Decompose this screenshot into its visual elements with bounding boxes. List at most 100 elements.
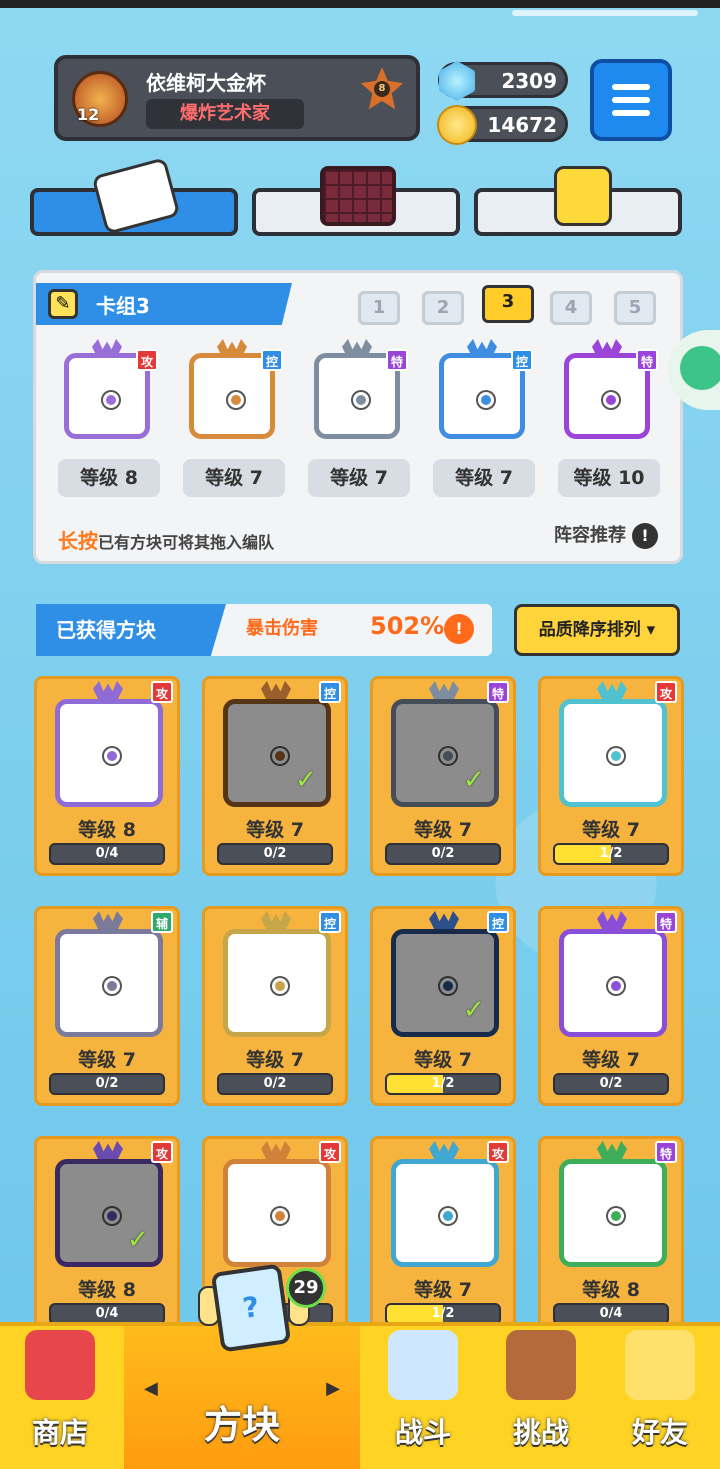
menu-button[interactable] (590, 59, 672, 141)
deck-card-level: 等级 10 (558, 459, 660, 497)
friends-icon (625, 1330, 695, 1400)
owned-block-card[interactable]: 控 ✓ 等级 7 1/2 (370, 906, 516, 1106)
hint-key: 长按 (58, 529, 98, 553)
crit-damage-label: 暴击伤害 (246, 618, 318, 639)
block-level: 等级 7 (414, 1279, 472, 1301)
player-avatar[interactable]: 12 (72, 71, 128, 127)
block-art (223, 1159, 331, 1267)
owned-block-card[interactable]: 特 等级 7 0/2 (538, 906, 684, 1106)
deck-card[interactable]: 攻 (54, 335, 158, 445)
deck-card[interactable]: 控 (179, 335, 283, 445)
owned-block-card[interactable]: 辅 等级 7 0/2 (34, 906, 180, 1106)
scroll-indicator (512, 10, 698, 16)
owned-block-card[interactable]: 攻 等级 7 1/2 (370, 1136, 516, 1336)
block-level: 等级 7 (78, 1049, 136, 1071)
rank-number: 8 (374, 81, 390, 97)
smiley-block-icon (554, 166, 612, 226)
nav-friends[interactable]: 好友 (600, 1326, 720, 1469)
upgrade-progress-bar: 1/2 (385, 1073, 501, 1095)
block-level: 等级 8 (78, 819, 136, 841)
deck-panel: ✎ 卡组3 1 2 3 4 5 攻等级 8 控等级 7 特等级 7 控等级 7 … (33, 270, 683, 564)
block-art (55, 699, 163, 807)
lineup-recommend-button[interactable]: 阵容推荐! (554, 521, 658, 549)
block-art (391, 1159, 499, 1267)
nav-battle-label: 战斗 (394, 1416, 451, 1449)
deck-header: ✎ 卡组3 (36, 283, 292, 325)
crit-info-icon[interactable]: ! (444, 614, 474, 644)
upgrade-progress-text: 1/2 (599, 846, 623, 861)
gem-value: 2309 (501, 69, 557, 93)
drag-hint: 长按已有方块可将其拖入编队 (58, 525, 274, 554)
hint-text: 已有方块可将其拖入编队 (98, 533, 275, 552)
block-type-tag: 特 (655, 911, 677, 933)
block-type-tag: 攻 (319, 1141, 341, 1163)
owned-block-card[interactable]: 特 等级 8 0/4 (538, 1136, 684, 1336)
sort-dropdown[interactable]: 品质降序排列 ▾ (514, 604, 680, 656)
in-deck-check-icon: ✓ (127, 1225, 149, 1255)
block-art (559, 699, 667, 807)
deck-slot-5[interactable]: 5 (614, 291, 656, 325)
nav-shop-label: 商店 (31, 1416, 88, 1449)
deck-card[interactable]: 特 (554, 335, 658, 445)
upgrade-progress-text: 0/4 (95, 846, 119, 861)
block-type-tag: 特 (655, 1141, 677, 1163)
block-art (55, 929, 163, 1037)
upgrade-progress-bar: 0/2 (385, 843, 501, 865)
board-icon (320, 166, 396, 226)
block-type-tag: 攻 (487, 1141, 509, 1163)
coin-counter[interactable]: 14672 (437, 105, 568, 145)
owned-block-card[interactable]: 控 ✓ 等级 7 0/2 (202, 676, 348, 876)
upgrade-progress-bar: 0/2 (217, 1073, 333, 1095)
owned-block-card[interactable]: 控 等级 7 0/2 (202, 906, 348, 1106)
player-title: 爆炸艺术家 (146, 99, 304, 129)
owned-block-card[interactable]: 特 ✓ 等级 7 0/2 (370, 676, 516, 876)
in-deck-check-icon: ✓ (463, 995, 485, 1025)
block-level: 等级 7 (246, 819, 304, 841)
in-deck-check-icon: ✓ (463, 765, 485, 795)
tab-board[interactable] (252, 166, 460, 236)
upgrade-progress-text: 1/2 (431, 1076, 455, 1091)
deck-card[interactable]: 控 (429, 335, 533, 445)
owned-block-card[interactable]: 攻 等级 8 0/4 (34, 676, 180, 876)
deck-slot-3[interactable]: 3 (482, 285, 534, 323)
owned-block-card[interactable]: 攻 ✓ 等级 8 0/4 (34, 1136, 180, 1336)
nav-challenge[interactable]: 挑战 (482, 1326, 600, 1469)
info-icon: ! (632, 523, 658, 549)
rank-badge[interactable]: 8 (360, 67, 404, 121)
block-level: 等级 8 (582, 1279, 640, 1301)
block-art (559, 1159, 667, 1267)
deck-slot-4[interactable]: 4 (550, 291, 592, 325)
owned-block-card[interactable]: 攻 等级 7 1/2 (538, 676, 684, 876)
deck-card-level: 等级 7 (183, 459, 285, 497)
block-type-tag: 特 (636, 349, 658, 371)
coin-value: 14672 (487, 113, 557, 137)
tab-emote[interactable] (474, 166, 682, 236)
owned-label: 已获得方块 (36, 604, 226, 656)
nav-battle[interactable]: 战斗 (364, 1326, 482, 1469)
shop-icon (25, 1330, 95, 1400)
deck-name: 卡组3 (96, 294, 150, 318)
deck-card[interactable]: 特 (304, 335, 408, 445)
block-level: 等级 7 (414, 1049, 472, 1071)
upgrade-progress-text: 1/2 (431, 1306, 455, 1321)
blocks-count-badge: 29 (286, 1268, 326, 1308)
deck-slot-2[interactable]: 2 (422, 291, 464, 325)
in-deck-check-icon: ✓ (295, 765, 317, 795)
deck-slot-1[interactable]: 1 (358, 291, 400, 325)
upgrade-progress-bar: 0/4 (49, 843, 165, 865)
player-level: 12 (77, 105, 100, 124)
nav-shop[interactable]: 商店 (0, 1326, 120, 1469)
deck-card-level: 等级 8 (58, 459, 160, 497)
tab-dice[interactable] (30, 157, 238, 236)
block-type-tag: 攻 (655, 681, 677, 703)
deck-card-level: 等级 7 (308, 459, 410, 497)
edit-pencil-icon[interactable]: ✎ (48, 289, 78, 319)
block-level: 等级 7 (246, 1049, 304, 1071)
player-profile[interactable]: 12 依维柯大金杯 爆炸艺术家 8 (54, 55, 420, 141)
upgrade-progress-text: 0/2 (431, 846, 455, 861)
status-bar (0, 0, 720, 8)
block-type-tag: 辅 (151, 911, 173, 933)
block-type-tag: 控 (487, 911, 509, 933)
gem-counter[interactable]: 2309 (438, 61, 568, 101)
player-name: 依维柯大金杯 (146, 71, 266, 95)
